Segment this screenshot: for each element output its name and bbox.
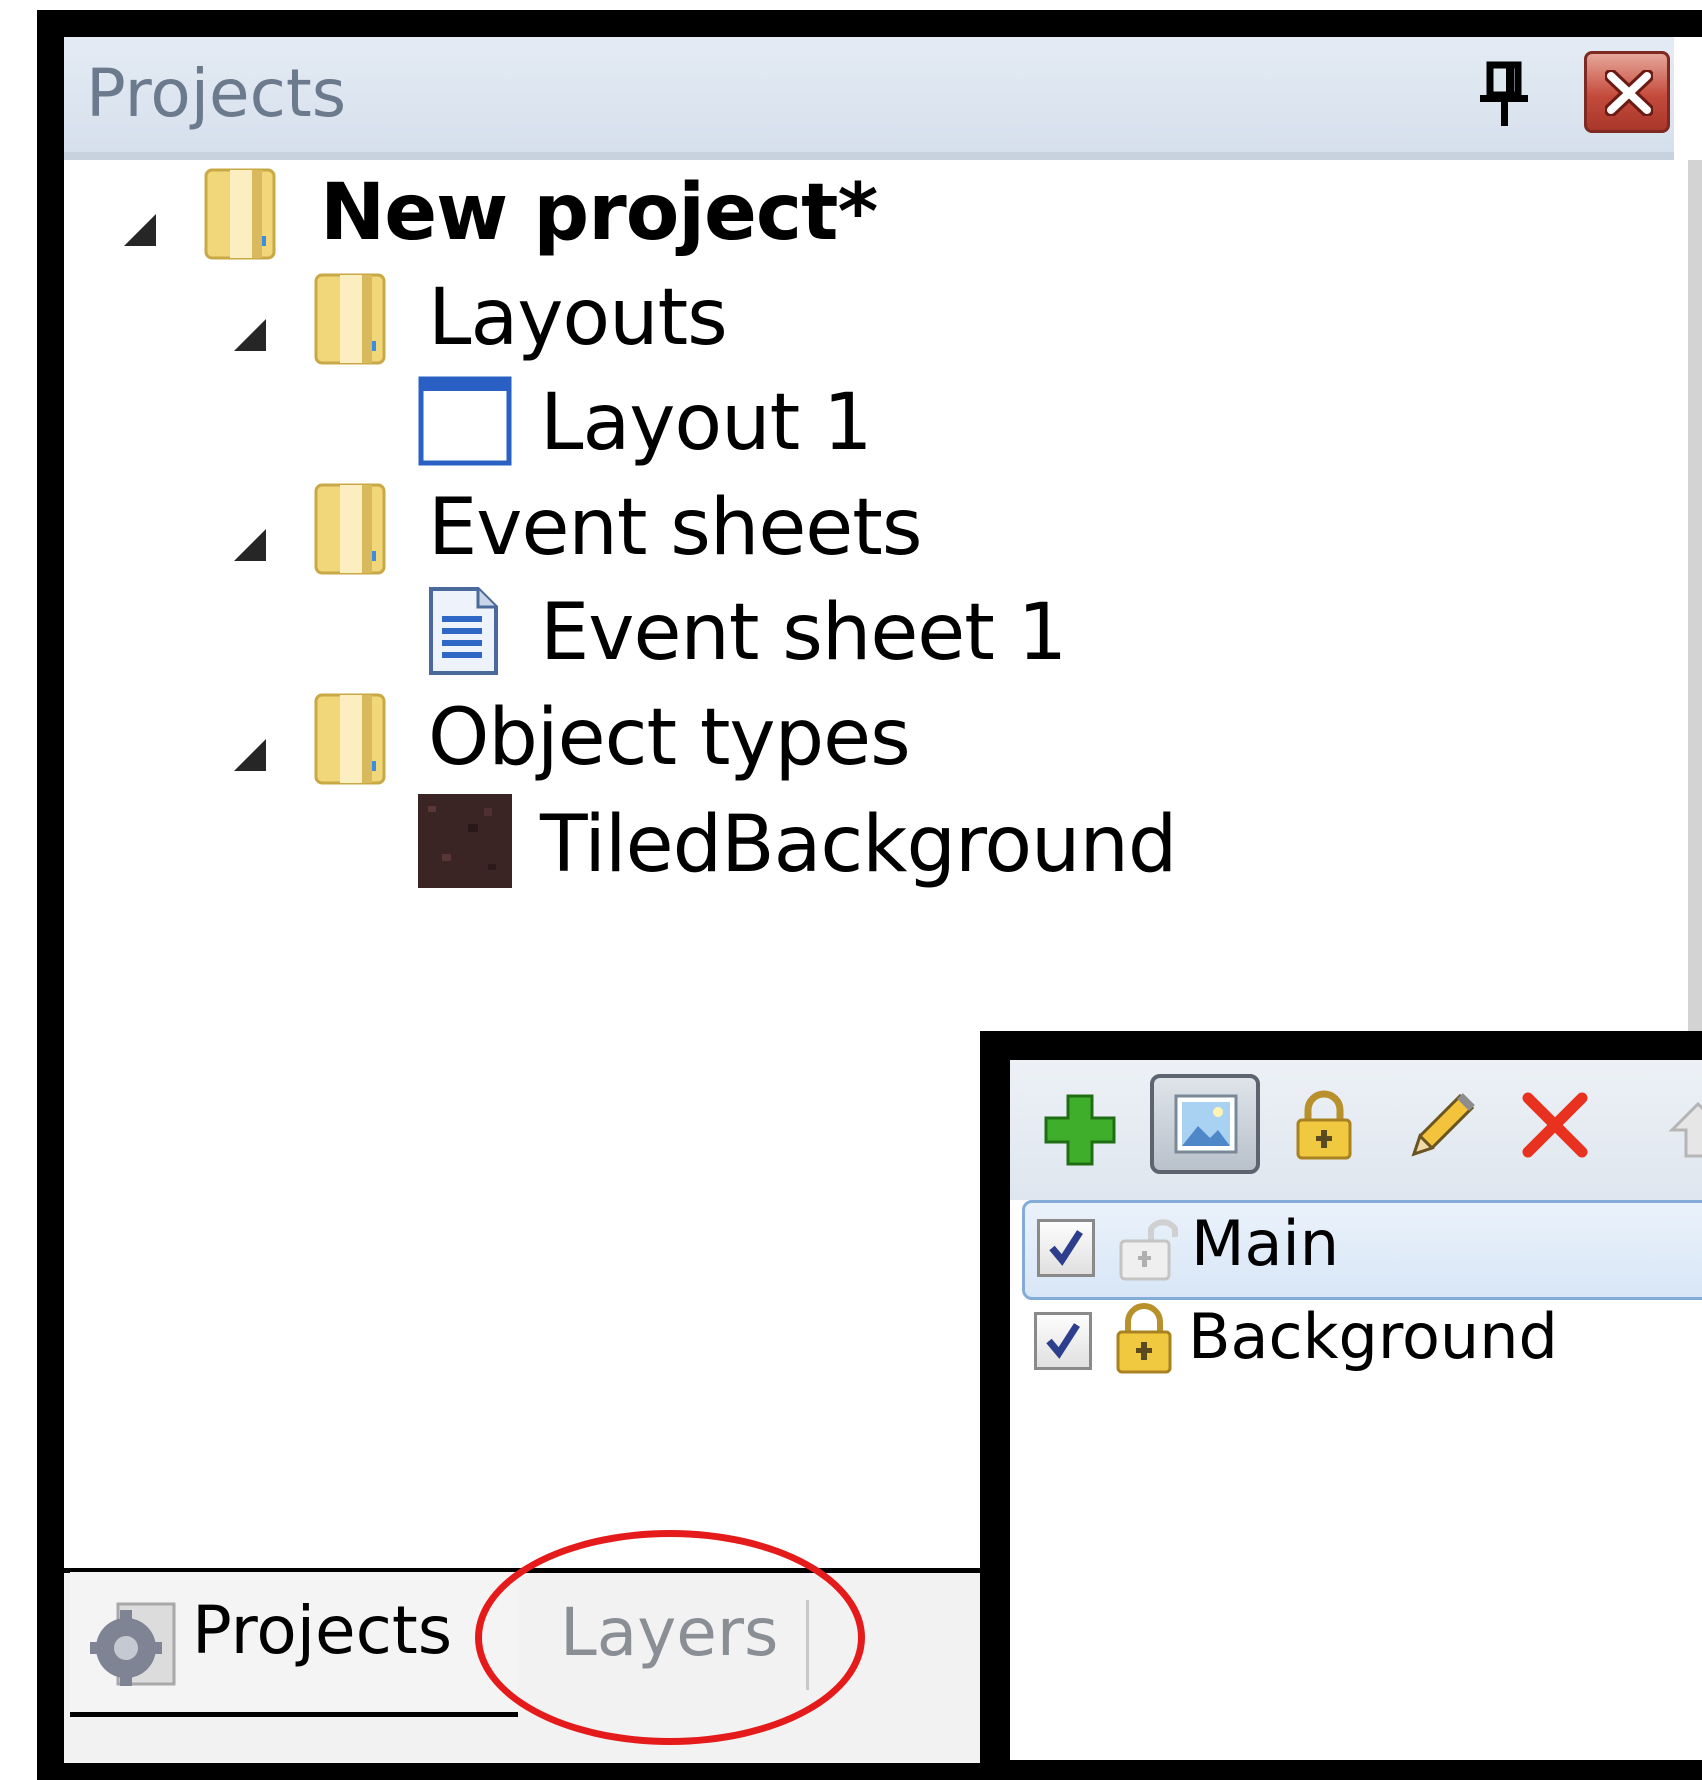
layer-row-main[interactable]: Main [1022, 1200, 1702, 1300]
tree-label: Event sheet 1 [540, 588, 1067, 678]
move-up-button[interactable] [1628, 1080, 1702, 1180]
layer-label: Background [1188, 1300, 1558, 1373]
tab-projects[interactable]: Projects [70, 1572, 518, 1717]
tree-item-tiledbackground[interactable]: TiledBackground [418, 794, 1177, 922]
tree-label: Layouts [428, 273, 728, 363]
window-title: Projects [86, 55, 347, 132]
event-sheet-icon [429, 587, 498, 675]
folder-icon [314, 693, 386, 785]
tree-label: TiledBackground [540, 800, 1177, 890]
layout-icon [418, 376, 512, 466]
arrow-up-icon [1668, 1101, 1702, 1158]
expand-arrow-icon[interactable] [230, 735, 270, 775]
locked-icon[interactable] [1114, 1302, 1176, 1376]
delete-icon [1522, 1092, 1588, 1158]
checkmark-icon [1049, 1230, 1083, 1266]
lock-button[interactable] [1272, 1080, 1382, 1180]
layer-label: Main [1191, 1207, 1340, 1280]
unlocked-icon[interactable] [1117, 1211, 1179, 1285]
pin-icon[interactable] [1474, 59, 1534, 129]
tab-label: Projects [192, 1592, 453, 1669]
expand-arrow-icon[interactable] [230, 525, 270, 565]
title-bar: Projects [64, 37, 1674, 160]
expand-arrow-icon[interactable] [120, 210, 160, 250]
tree-item-object-types[interactable]: Object types [230, 693, 930, 815]
close-icon [1605, 70, 1653, 116]
layer-image-button[interactable] [1150, 1074, 1260, 1174]
tree-label: Layout 1 [540, 378, 873, 468]
folder-icon [204, 168, 276, 260]
folder-icon [314, 483, 386, 575]
layer-row-background[interactable]: Background [1022, 1296, 1702, 1390]
tree-label: Event sheets [428, 483, 923, 573]
visibility-checkbox[interactable] [1034, 1312, 1092, 1370]
layers-toolbar [1010, 1060, 1702, 1200]
tree-label: New project* [320, 168, 878, 258]
gear-icon [90, 1602, 176, 1686]
rename-button[interactable] [1388, 1080, 1498, 1180]
layer-image-icon [1174, 1094, 1238, 1154]
highlight-circle [475, 1530, 865, 1745]
close-button[interactable] [1584, 51, 1670, 133]
add-layer-icon [1044, 1094, 1116, 1166]
folder-icon [314, 273, 386, 365]
checkmark-icon [1046, 1323, 1080, 1359]
lock-icon [1296, 1090, 1352, 1160]
pencil-icon [1411, 1093, 1475, 1157]
tree-label: Object types [428, 693, 911, 783]
delete-layer-button[interactable] [1506, 1080, 1616, 1180]
expand-arrow-icon[interactable] [230, 315, 270, 355]
add-layer-button[interactable] [1030, 1080, 1140, 1180]
tiled-background-thumbnail [418, 794, 512, 888]
visibility-checkbox[interactable] [1037, 1219, 1095, 1277]
